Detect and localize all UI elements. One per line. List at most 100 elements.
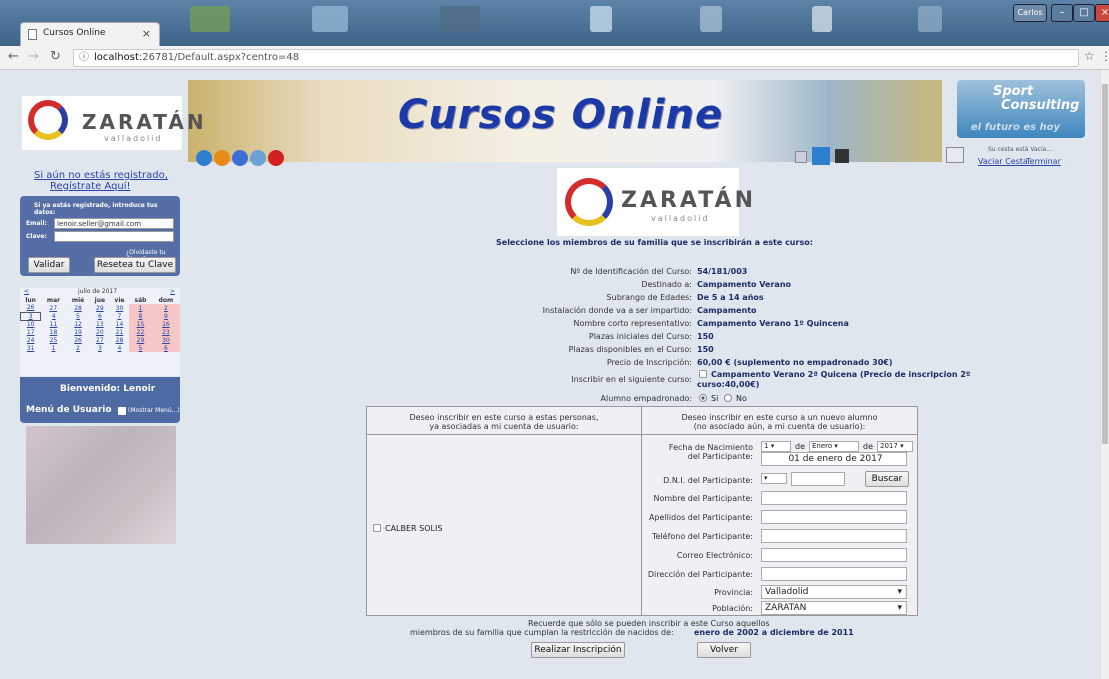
info-icon[interactable]: ⓘ [79, 50, 89, 66]
province-select[interactable]: Valladolid ▾ [761, 585, 907, 599]
calendar-day[interactable]: 5 [66, 312, 90, 320]
password-field[interactable] [54, 231, 174, 242]
calendar-day[interactable]: 24 [21, 336, 41, 344]
calendar-day[interactable]: 19 [66, 328, 90, 336]
dni-type-select[interactable]: ▾ [761, 473, 787, 484]
member-checkbox[interactable] [373, 524, 381, 532]
ie-icon[interactable] [196, 150, 212, 166]
calendar-day[interactable]: 30 [110, 304, 129, 312]
show-menu-link[interactable]: (Mostrar Menú...) [128, 407, 180, 414]
print-icon[interactable] [795, 151, 807, 163]
calendar-day[interactable]: 2 [151, 304, 180, 312]
calendar-day[interactable]: 1 [129, 304, 152, 312]
reload-icon[interactable]: ↻ [50, 49, 61, 64]
calendar-day[interactable]: 2 [66, 344, 90, 352]
back-icon[interactable]: ← [8, 49, 19, 64]
empadronado-yes-radio[interactable] [699, 394, 707, 402]
calendar-day[interactable]: 17 [21, 328, 41, 336]
surname-field[interactable] [761, 510, 907, 524]
safari-icon[interactable] [250, 150, 266, 166]
birth-date-field[interactable]: 01 de enero de 2017 [761, 452, 907, 466]
calendar-day[interactable]: 18 [41, 328, 66, 336]
close-tab-icon[interactable]: × [142, 27, 151, 40]
empadronado-no-radio[interactable] [724, 394, 732, 402]
calendar-day[interactable]: 27 [41, 304, 66, 312]
search-button[interactable]: Buscar [865, 471, 909, 487]
calendar-day[interactable]: 10 [21, 320, 41, 328]
birth-day-select[interactable]: 1 ▾ [761, 441, 791, 452]
calendar-day[interactable]: 6 [151, 344, 180, 352]
partner-logo[interactable]: Sport Consulting el futuro es hoy [957, 80, 1085, 138]
calendar-next[interactable]: > [170, 288, 175, 295]
field-label: Subrango de Edades: [606, 293, 692, 302]
calendar-day[interactable]: 13 [90, 320, 110, 328]
maximize-icon[interactable]: □ [1073, 4, 1095, 22]
calendar-day[interactable]: 21 [110, 328, 129, 336]
firefox-icon[interactable] [214, 150, 230, 166]
calendar-day[interactable]: 29 [129, 336, 152, 344]
calendar-day[interactable]: 14 [110, 320, 129, 328]
empty-cart-link[interactable]: Vaciar Cesta [978, 157, 1028, 166]
scrollbar-thumb[interactable] [1102, 84, 1108, 444]
register-link-line1[interactable]: Si aún no estás registrado, [34, 170, 168, 181]
scrollbar[interactable] [1100, 70, 1109, 679]
star-icon[interactable]: ☆ [1084, 49, 1095, 63]
calendar-day[interactable]: 12 [66, 320, 90, 328]
forward-icon[interactable]: → [28, 49, 39, 64]
validate-button[interactable]: Validar [28, 257, 70, 273]
finish-link[interactable]: Terminar [1026, 157, 1061, 166]
close-window-icon[interactable]: × [1095, 4, 1109, 22]
calendar-day[interactable]: 31 [21, 344, 41, 352]
reset-password-button[interactable]: Resetea tu Clave [94, 257, 176, 273]
calendar-day[interactable]: 28 [110, 336, 129, 344]
calendar-day[interactable]: 6 [90, 312, 110, 320]
submit-enrollment-button[interactable]: Realizar Inscripción [531, 642, 625, 658]
calendar-day[interactable]: 15 [129, 320, 152, 328]
calendar-day[interactable]: 28 [66, 304, 90, 312]
opera-icon[interactable] [268, 150, 284, 166]
dni-field[interactable] [791, 472, 845, 486]
town-select[interactable]: ZARATAN ▾ [761, 601, 907, 615]
birth-month-select[interactable]: Enero ▾ [809, 441, 859, 452]
logout-icon[interactable] [812, 147, 830, 165]
calendar-day[interactable]: 29 [90, 304, 110, 312]
menu-icon[interactable]: ⋮ [1100, 49, 1109, 63]
calendar-day[interactable]: 22 [129, 328, 152, 336]
birth-year-select[interactable]: 2017 ▾ [877, 441, 913, 452]
calendar-day[interactable]: 16 [151, 320, 180, 328]
calendar-day[interactable]: 20 [90, 328, 110, 336]
calendar-prev[interactable]: < [24, 288, 29, 295]
calendar-day[interactable]: 23 [151, 328, 180, 336]
cart-icon[interactable] [946, 147, 964, 163]
calendar-day[interactable]: 11 [41, 320, 66, 328]
calendar-day[interactable]: 9 [151, 312, 180, 320]
calendar-day[interactable]: 27 [90, 336, 110, 344]
calendar-day[interactable]: 4 [110, 344, 129, 352]
calendar-day[interactable]: 4 [41, 312, 66, 320]
calendar-day[interactable]: 25 [41, 336, 66, 344]
extra-course-checkbox[interactable] [699, 370, 707, 378]
calendar-day[interactable]: 30 [151, 336, 180, 344]
register-link-line2[interactable]: Regístrate Aquí! [50, 181, 131, 192]
calendar-day[interactable]: 8 [129, 312, 152, 320]
chrome-icon[interactable] [232, 150, 248, 166]
email-field[interactable]: lenoir.seller@gmail.com [54, 218, 174, 229]
dni-label: D.N.I. del Participante: [663, 476, 753, 485]
name-field[interactable] [761, 491, 907, 505]
email-field-main[interactable] [761, 548, 907, 562]
back-button[interactable]: Volver [697, 642, 751, 658]
calendar-day[interactable]: 1 [41, 344, 66, 352]
calendar-day[interactable]: 7 [110, 312, 129, 320]
calendar-day[interactable]: 26 [66, 336, 90, 344]
calendar-day-today[interactable]: 3 [19, 311, 42, 321]
menu-toggle-icon[interactable] [118, 407, 126, 415]
address-input[interactable]: ⓘ localhost:26781/Default.aspx?centro=48 [73, 49, 1079, 67]
calendar-day[interactable]: 5 [129, 344, 152, 352]
calendar-day[interactable]: 3 [90, 344, 110, 352]
minimize-icon[interactable]: – [1051, 4, 1073, 22]
browser-tab[interactable]: Cursos Online × [20, 22, 160, 46]
add-icon[interactable] [835, 149, 849, 163]
phone-field[interactable] [761, 529, 907, 543]
address-field[interactable] [761, 567, 907, 581]
calendar-day[interactable]: 26 [21, 304, 41, 312]
